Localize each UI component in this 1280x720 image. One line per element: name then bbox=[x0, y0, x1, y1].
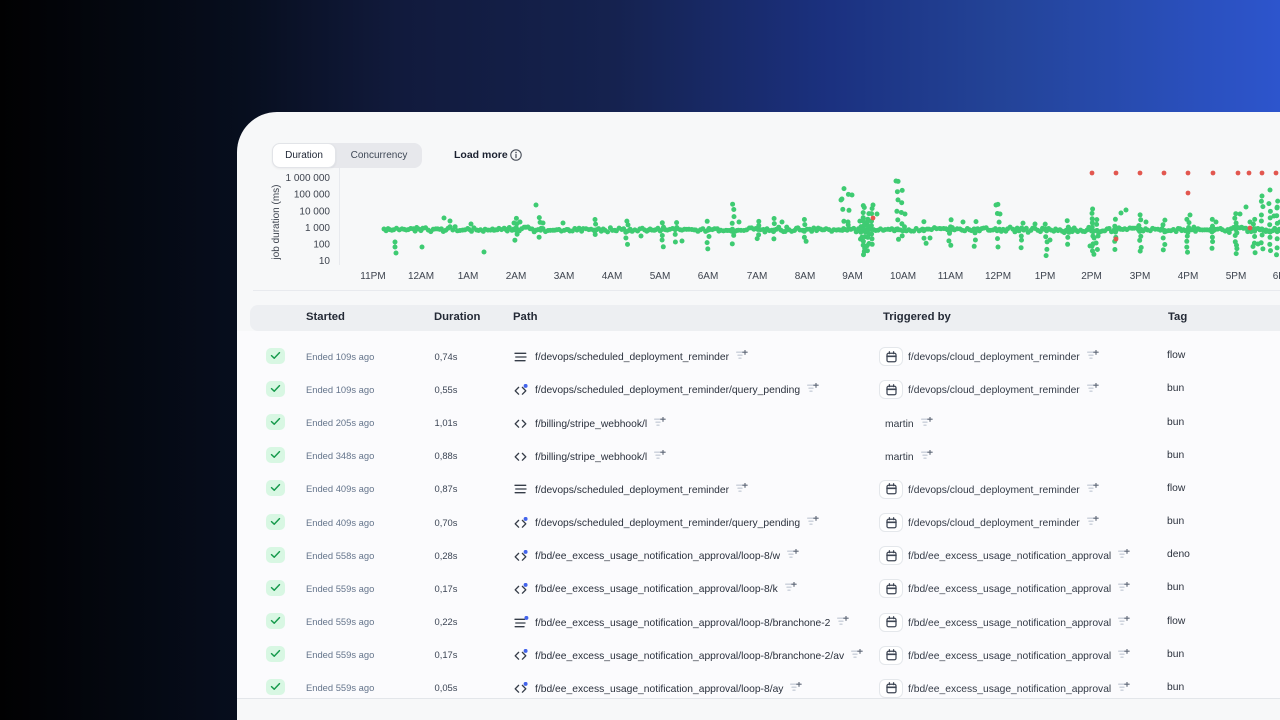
svg-text:10AM: 10AM bbox=[890, 271, 916, 282]
svg-text:11AM: 11AM bbox=[938, 271, 963, 282]
svg-text:3AM: 3AM bbox=[554, 271, 575, 282]
svg-text:100 000: 100 000 bbox=[294, 190, 331, 201]
svg-text:11PM: 11PM bbox=[360, 271, 385, 282]
svg-text:1PM: 1PM bbox=[1035, 271, 1056, 282]
svg-text:7AM: 7AM bbox=[747, 271, 768, 282]
svg-text:1 000 000: 1 000 000 bbox=[286, 173, 331, 184]
svg-text:10: 10 bbox=[319, 256, 331, 267]
svg-text:5PM: 5PM bbox=[1226, 271, 1247, 282]
svg-text:6PM: 6PM bbox=[1273, 271, 1280, 282]
svg-text:8AM: 8AM bbox=[795, 271, 816, 282]
svg-text:1 000: 1 000 bbox=[305, 223, 330, 234]
svg-text:100: 100 bbox=[313, 240, 330, 251]
svg-text:4AM: 4AM bbox=[602, 271, 623, 282]
svg-text:2PM: 2PM bbox=[1081, 271, 1102, 282]
svg-text:9AM: 9AM bbox=[842, 271, 863, 282]
svg-text:2AM: 2AM bbox=[506, 271, 527, 282]
svg-text:1AM: 1AM bbox=[458, 271, 479, 282]
svg-text:6AM: 6AM bbox=[698, 271, 719, 282]
svg-text:10 000: 10 000 bbox=[299, 206, 330, 217]
svg-text:job duration (ms): job duration (ms) bbox=[271, 184, 282, 260]
svg-text:12PM: 12PM bbox=[985, 271, 1011, 282]
svg-text:4PM: 4PM bbox=[1178, 271, 1199, 282]
svg-text:5AM: 5AM bbox=[650, 271, 671, 282]
svg-text:3PM: 3PM bbox=[1130, 271, 1151, 282]
svg-text:12AM: 12AM bbox=[408, 271, 434, 282]
